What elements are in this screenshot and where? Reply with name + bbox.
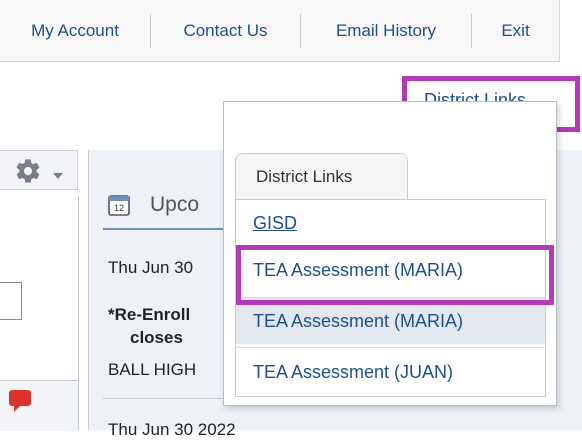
contact-us-link[interactable]: Contact Us: [151, 14, 300, 48]
district-link-tea-assessment-juan[interactable]: TEA Assessment (JUAN): [236, 349, 545, 395]
district-link-gisd[interactable]: GISD: [236, 200, 545, 246]
event-location: BALL HIGH: [108, 360, 197, 379]
upcoming-title: Upco: [150, 193, 200, 216]
svg-text:12: 12: [114, 203, 124, 213]
nav-edge: [559, 0, 560, 62]
event-title-continued[interactable]: closes: [130, 328, 183, 348]
list-divider: [236, 347, 545, 348]
settings-dropdown-button[interactable]: [0, 150, 78, 190]
top-nav-bar: My Account Contact Us Email History Exit: [0, 0, 560, 62]
email-history-link[interactable]: Email History: [301, 14, 471, 48]
event-title[interactable]: *Re-Enroll: [108, 305, 190, 325]
caret-down-icon: [52, 167, 64, 185]
tea-assessment-highlight: [236, 245, 554, 305]
left-badge-area: [0, 380, 78, 431]
alert-bubble-icon[interactable]: [8, 387, 32, 418]
my-account-link[interactable]: My Account: [0, 14, 150, 48]
calendar-icon: 12: [108, 194, 130, 221]
exit-link[interactable]: Exit: [472, 14, 559, 48]
left-text-input[interactable]: [0, 282, 22, 320]
gear-icon: [14, 157, 42, 190]
event-date: Thu Jun 30: [108, 258, 194, 277]
district-links-tab-label: District Links: [256, 167, 353, 186]
next-event-date: Thu Jun 30 2022: [108, 420, 236, 439]
